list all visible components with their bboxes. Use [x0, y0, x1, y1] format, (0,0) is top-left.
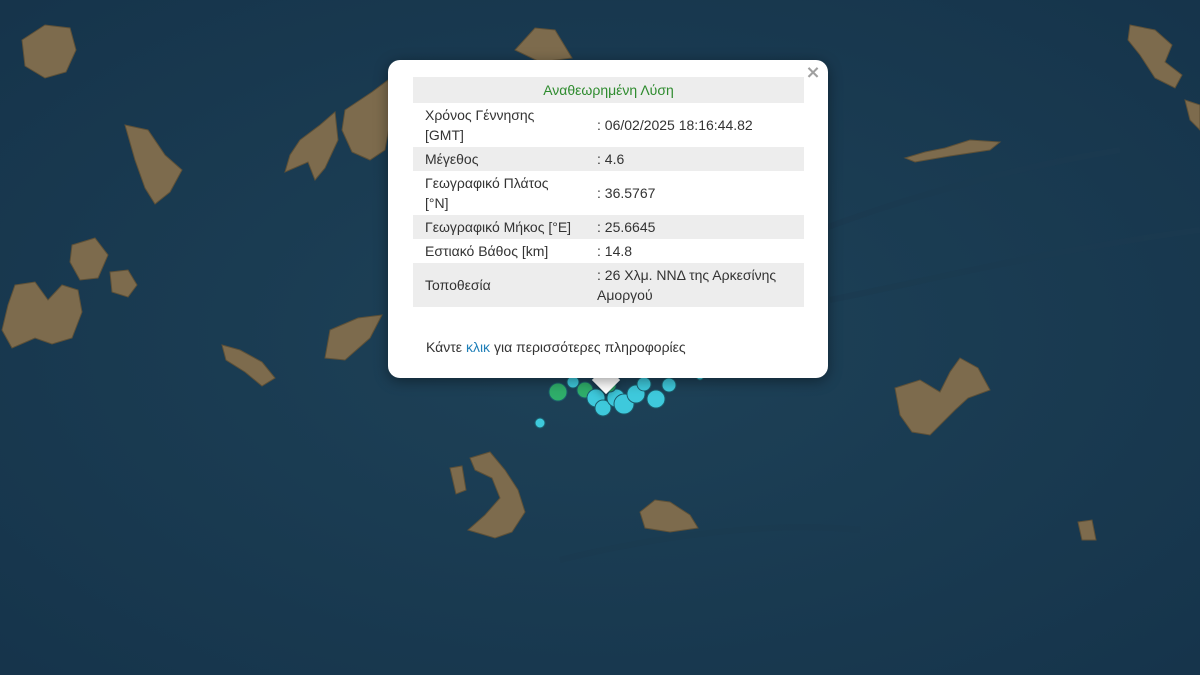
origin-time-label: Χρόνος Γέννησης [GMT] [425, 107, 535, 143]
more-info-prefix: Κάντε [426, 339, 463, 355]
close-icon[interactable]: × [804, 64, 822, 82]
magnitude-label: Μέγεθος [413, 147, 585, 171]
longitude-label: Γεωγραφικό Μήκος [°E] [413, 215, 585, 239]
quake-marker[interactable] [534, 417, 546, 429]
quake-marker[interactable] [548, 382, 568, 402]
longitude-value: : 25.6645 [585, 215, 804, 239]
quake-marker[interactable] [636, 376, 652, 392]
quake-marker[interactable] [661, 377, 677, 393]
table-row: Τοποθεσία : 26 Χλμ. ΝΝΔ της Αρκεσίνης Αμ… [413, 263, 804, 307]
island-milos [1, 281, 83, 349]
more-info-link[interactable]: κλικ [466, 339, 490, 355]
table-row: Γεωγραφικό Μήκος [°E] : 25.6645 [413, 215, 804, 239]
quake-marker[interactable] [646, 389, 666, 409]
origin-time-value: : 06/02/2025 18:16:44.82 [597, 117, 753, 133]
more-info-suffix: για περισσότερες πληροφορίες [493, 339, 686, 355]
more-info-text: Κάντε κλικ για περισσότερες πληροφορίες [426, 339, 686, 355]
earthquake-popup: × Αναθεωρημένη Λύση Χρόνος Γέννησης [GMT… [388, 60, 828, 378]
table-row: Χρόνος Γέννησης [GMT] : 06/02/2025 18:16… [413, 103, 804, 147]
magnitude-value: : 4.6 [585, 147, 804, 171]
latitude-label: Γεωγραφικό Πλάτος [°N] [425, 175, 549, 211]
popup-title: Αναθεωρημένη Λύση [413, 77, 804, 103]
depth-label: Εστιακό Βάθος [km] [425, 243, 549, 259]
location-label: Τοποθεσία [413, 263, 585, 307]
latitude-value: : 36.5767 [597, 185, 656, 201]
table-row: Μέγεθος : 4.6 [413, 147, 804, 171]
depth-value: : 14.8 [597, 243, 633, 259]
earthquake-info-table: Αναθεωρημένη Λύση Χρόνος Γέννησης [GMT] … [413, 77, 804, 307]
table-row: Γεωγραφικό Πλάτος [°N] : 36.5767 [413, 171, 804, 215]
location-value: : 26 Χλμ. ΝΝΔ της Αρκεσίνης Αμοργού [585, 263, 804, 307]
table-row: Εστιακό Βάθος [km] : 14.8 [413, 239, 804, 263]
